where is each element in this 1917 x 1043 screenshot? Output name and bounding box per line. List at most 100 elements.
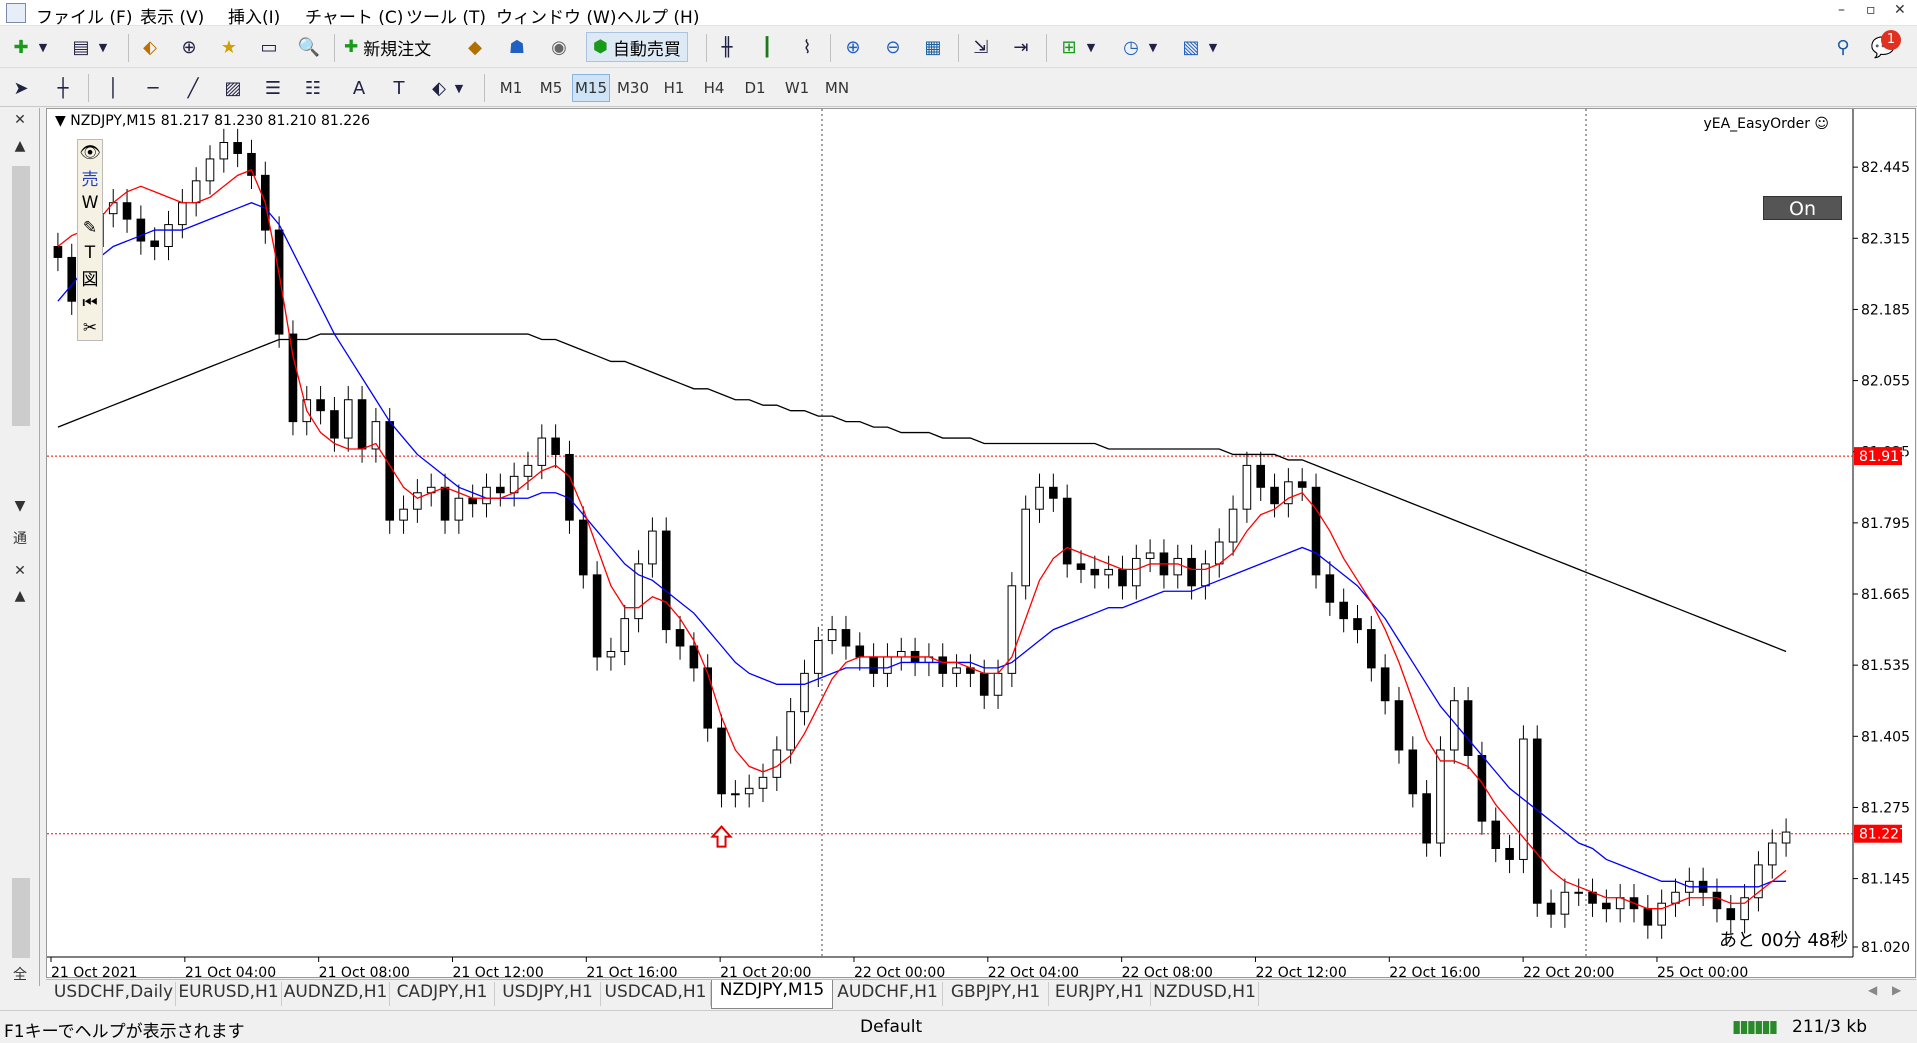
- tab-gbpjpy-h1[interactable]: GBPJPY,H1: [943, 982, 1049, 1006]
- navigator-icon[interactable]: ★: [214, 32, 244, 62]
- arrows-icon[interactable]: ⬖: [424, 73, 454, 103]
- timeframe-m15[interactable]: M15: [572, 74, 610, 102]
- scroll-up-icon[interactable]: ▲: [2, 588, 38, 604]
- line-chart-icon[interactable]: ⌇: [792, 32, 822, 62]
- scroll-down-icon[interactable]: ▼: [2, 498, 38, 514]
- metaeditor-icon[interactable]: ◆: [460, 32, 490, 62]
- menu-window[interactable]: ウィンドウ (W): [496, 3, 616, 28]
- minimize-icon[interactable]: –: [1838, 2, 1845, 18]
- tab-audnzd-h1[interactable]: AUDNZD,H1: [282, 982, 390, 1006]
- crosshair-icon[interactable]: ┼: [48, 73, 78, 103]
- strategy-tester-icon[interactable]: 🔍: [294, 32, 324, 62]
- candle-body: [1712, 891, 1722, 910]
- signals-icon[interactable]: ◉: [544, 32, 574, 62]
- auto-scroll-icon[interactable]: ⇲: [966, 32, 996, 62]
- symbol-dropdown-icon[interactable]: ▼: [55, 113, 66, 129]
- trendline-icon[interactable]: ╱: [178, 73, 208, 103]
- menu-tools[interactable]: ツール (T): [406, 3, 486, 28]
- tab-nzdusd-h1[interactable]: NZDUSD,H1: [1151, 982, 1259, 1006]
- panel-scrollbar[interactable]: [12, 166, 30, 426]
- panel-tab-1[interactable]: 通: [2, 528, 38, 548]
- tab-scroll-left-icon[interactable]: ◀: [1868, 983, 1877, 997]
- panel-close-icon[interactable]: ✕: [2, 563, 38, 579]
- menu-insert[interactable]: 挿入(I): [228, 3, 280, 28]
- equidistant-channel-icon[interactable]: ▨: [218, 73, 248, 103]
- panel-tab-2[interactable]: 全: [2, 964, 38, 984]
- bar-chart-icon[interactable]: ╫: [712, 32, 742, 62]
- timeframe-m1[interactable]: M1: [492, 74, 530, 102]
- rewind-icon[interactable]: ⏮: [78, 290, 102, 315]
- scissors-icon[interactable]: ✂: [78, 315, 102, 340]
- auto-trading-button[interactable]: ⬢ 自動売買: [586, 32, 688, 62]
- text-label-icon[interactable]: T: [384, 73, 414, 103]
- fibonacci-fan-icon[interactable]: ☷: [298, 73, 328, 103]
- timeframe-mn[interactable]: MN: [818, 74, 856, 102]
- eye-icon[interactable]: 👁: [78, 140, 102, 165]
- search-icon[interactable]: ⚲: [1828, 32, 1858, 62]
- profiles-icon[interactable]: ▤: [66, 32, 96, 62]
- timeframe-m30[interactable]: M30: [614, 74, 652, 102]
- candle-body: [1436, 749, 1445, 844]
- market-icon[interactable]: ☗: [502, 32, 532, 62]
- text-icon[interactable]: A: [344, 73, 374, 103]
- restore-icon[interactable]: ▫: [1866, 2, 1876, 18]
- periods-icon[interactable]: ◷: [1116, 32, 1146, 62]
- dropdown-arrow-icon[interactable]: ▼: [1146, 32, 1160, 62]
- price-chart[interactable]: 82.57582.44582.31582.18582.05581.92581.7…: [47, 109, 1917, 979]
- auto-trading-icon: ⬢: [593, 37, 608, 57]
- frame-tool-icon[interactable]: 図: [78, 265, 102, 290]
- scroll-up-icon[interactable]: ▲: [2, 138, 38, 154]
- tab-usdcad-h1[interactable]: USDCAD,H1: [601, 982, 711, 1006]
- tab-cadjpy-h1[interactable]: CADJPY,H1: [390, 982, 495, 1006]
- new-order-button[interactable]: ✚ 新規注文: [344, 32, 431, 62]
- bar-countdown: あと 00分 48秒: [1719, 930, 1849, 951]
- new-chart-icon[interactable]: ✚: [6, 32, 36, 62]
- close-icon[interactable]: ✕: [1894, 2, 1906, 18]
- panel-scrollbar[interactable]: [12, 878, 30, 958]
- templates-icon[interactable]: ▧: [1176, 32, 1206, 62]
- timeframe-h1[interactable]: H1: [655, 74, 693, 102]
- menu-chart[interactable]: チャート (C): [305, 3, 403, 28]
- crosshair-data-icon[interactable]: ⊕: [174, 32, 204, 62]
- dropdown-arrow-icon[interactable]: ▼: [96, 32, 110, 62]
- w-tool-icon[interactable]: W: [78, 190, 102, 215]
- tab-eurusd-h1[interactable]: EURUSD,H1: [176, 982, 282, 1006]
- tab-eurjpy-h1[interactable]: EURJPY,H1: [1049, 982, 1151, 1006]
- timeframe-h4[interactable]: H4: [695, 74, 733, 102]
- menu-file[interactable]: ファイル (F): [36, 3, 132, 28]
- text-tool-icon[interactable]: T: [78, 240, 102, 265]
- tab-scroll-right-icon[interactable]: ▶: [1892, 983, 1901, 997]
- zoom-in-icon[interactable]: ⊕: [838, 32, 868, 62]
- menu-view[interactable]: 表示 (V): [140, 3, 204, 28]
- tab-usdjpy-h1[interactable]: USDJPY,H1: [495, 982, 601, 1006]
- ea-on-button[interactable]: On: [1763, 196, 1842, 220]
- vertical-line-icon[interactable]: │: [98, 73, 128, 103]
- chart-shift-icon[interactable]: ⇥: [1006, 32, 1036, 62]
- market-watch-icon[interactable]: ⬖: [135, 32, 165, 62]
- dropdown-arrow-icon[interactable]: ▼: [36, 32, 50, 62]
- timeframe-m5[interactable]: M5: [532, 74, 570, 102]
- terminal-icon[interactable]: ▭: [254, 32, 284, 62]
- menu-help[interactable]: ヘルプ (H): [617, 3, 699, 28]
- horizontal-line-icon[interactable]: ─: [138, 73, 168, 103]
- tile-windows-icon[interactable]: ▦: [918, 32, 948, 62]
- dropdown-arrow-icon[interactable]: ▼: [1084, 32, 1098, 62]
- panel-close-icon[interactable]: ✕: [2, 112, 38, 128]
- timeframe-w1[interactable]: W1: [778, 74, 816, 102]
- dropdown-arrow-icon[interactable]: ▼: [1206, 32, 1220, 62]
- dropdown-arrow-icon[interactable]: ▼: [452, 73, 466, 103]
- fibonacci-retracement-icon[interactable]: ☰: [258, 73, 288, 103]
- pencil-icon[interactable]: ✎: [78, 215, 102, 240]
- zoom-out-icon[interactable]: ⊖: [878, 32, 908, 62]
- candlestick-icon[interactable]: ┃: [752, 32, 782, 62]
- indicators-icon[interactable]: ⊞: [1054, 32, 1084, 62]
- tab-usdchf-daily[interactable]: USDCHF,Daily: [52, 982, 176, 1006]
- timeframe-d1[interactable]: D1: [736, 74, 774, 102]
- sell-icon[interactable]: 売: [78, 165, 102, 190]
- tab-audchf-h1[interactable]: AUDCHF,H1: [833, 982, 943, 1006]
- notification-icon[interactable]: 💬1: [1868, 30, 1901, 62]
- cursor-icon[interactable]: ➤: [6, 73, 36, 103]
- tab-nzdjpy-m15[interactable]: NZDJPY,M15: [711, 980, 833, 1009]
- chart-window[interactable]: 82.57582.44582.31582.18582.05581.92581.7…: [46, 108, 1917, 979]
- candle-body: [164, 224, 173, 247]
